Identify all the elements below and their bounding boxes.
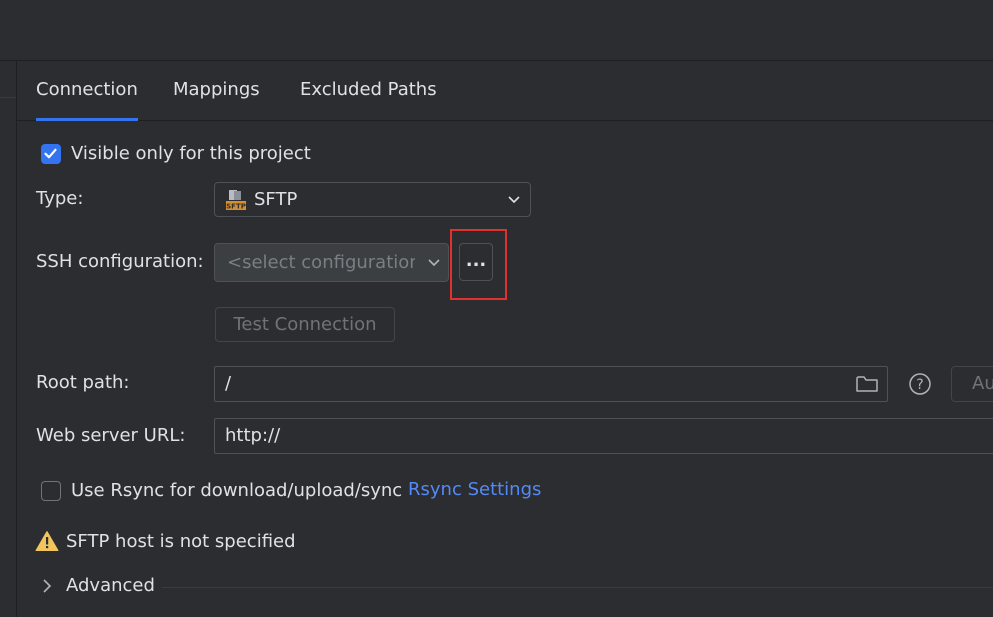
svg-text:?: ?	[916, 377, 923, 393]
sftp-host-warning-text: SFTP host is not specified	[66, 531, 296, 552]
type-value: SFTP	[254, 189, 298, 210]
help-icon[interactable]: ?	[908, 372, 932, 396]
highlight-box	[450, 229, 507, 300]
warning-icon	[35, 531, 59, 551]
type-label: Type:	[36, 188, 84, 209]
ssh-configuration-label: SSH configuration:	[36, 251, 204, 272]
sftp-icon: SFTP	[226, 190, 246, 211]
svg-text:SFTP: SFTP	[226, 203, 246, 211]
visible-only-label[interactable]: Visible only for this project	[71, 142, 311, 166]
type-dropdown[interactable]: SFTP SFTP	[214, 182, 531, 217]
test-connection-button[interactable]: Test Connection	[215, 307, 395, 342]
ssh-configuration-dropdown[interactable]: <select configuration>	[214, 243, 449, 282]
web-server-url-label: Web server URL:	[36, 425, 186, 446]
tab-bar: Connection Mappings Excluded Paths	[17, 61, 993, 121]
chevron-down-icon	[428, 259, 440, 267]
rsync-settings-link[interactable]: Rsync Settings	[408, 478, 541, 502]
root-path-field[interactable]: /	[214, 366, 888, 402]
web-server-url-value: http://	[225, 425, 281, 446]
use-rsync-checkbox[interactable]	[41, 481, 61, 501]
root-path-value: /	[225, 373, 232, 394]
left-panel-separator	[0, 97, 16, 98]
dialog-top-bar	[0, 0, 993, 61]
tab-mappings[interactable]: Mappings	[173, 61, 260, 120]
web-server-url-field[interactable]: http://	[214, 418, 993, 454]
chevron-right-icon[interactable]	[41, 578, 53, 594]
tab-connection[interactable]: Connection	[36, 61, 138, 121]
autodetect-button[interactable]: Au	[951, 366, 993, 402]
root-path-label: Root path:	[36, 372, 130, 393]
left-panel-edge	[0, 61, 17, 617]
advanced-divider	[162, 587, 993, 588]
checkmark-icon	[44, 148, 57, 159]
advanced-section-toggle[interactable]: Advanced	[66, 574, 155, 598]
visible-only-checkbox[interactable]	[41, 144, 61, 164]
tab-excluded-paths[interactable]: Excluded Paths	[300, 61, 437, 120]
folder-icon[interactable]	[855, 374, 879, 394]
use-rsync-label[interactable]: Use Rsync for download/upload/sync	[71, 479, 402, 503]
ssh-configuration-placeholder: <select configuration>	[227, 252, 415, 273]
chevron-down-icon	[508, 196, 520, 204]
